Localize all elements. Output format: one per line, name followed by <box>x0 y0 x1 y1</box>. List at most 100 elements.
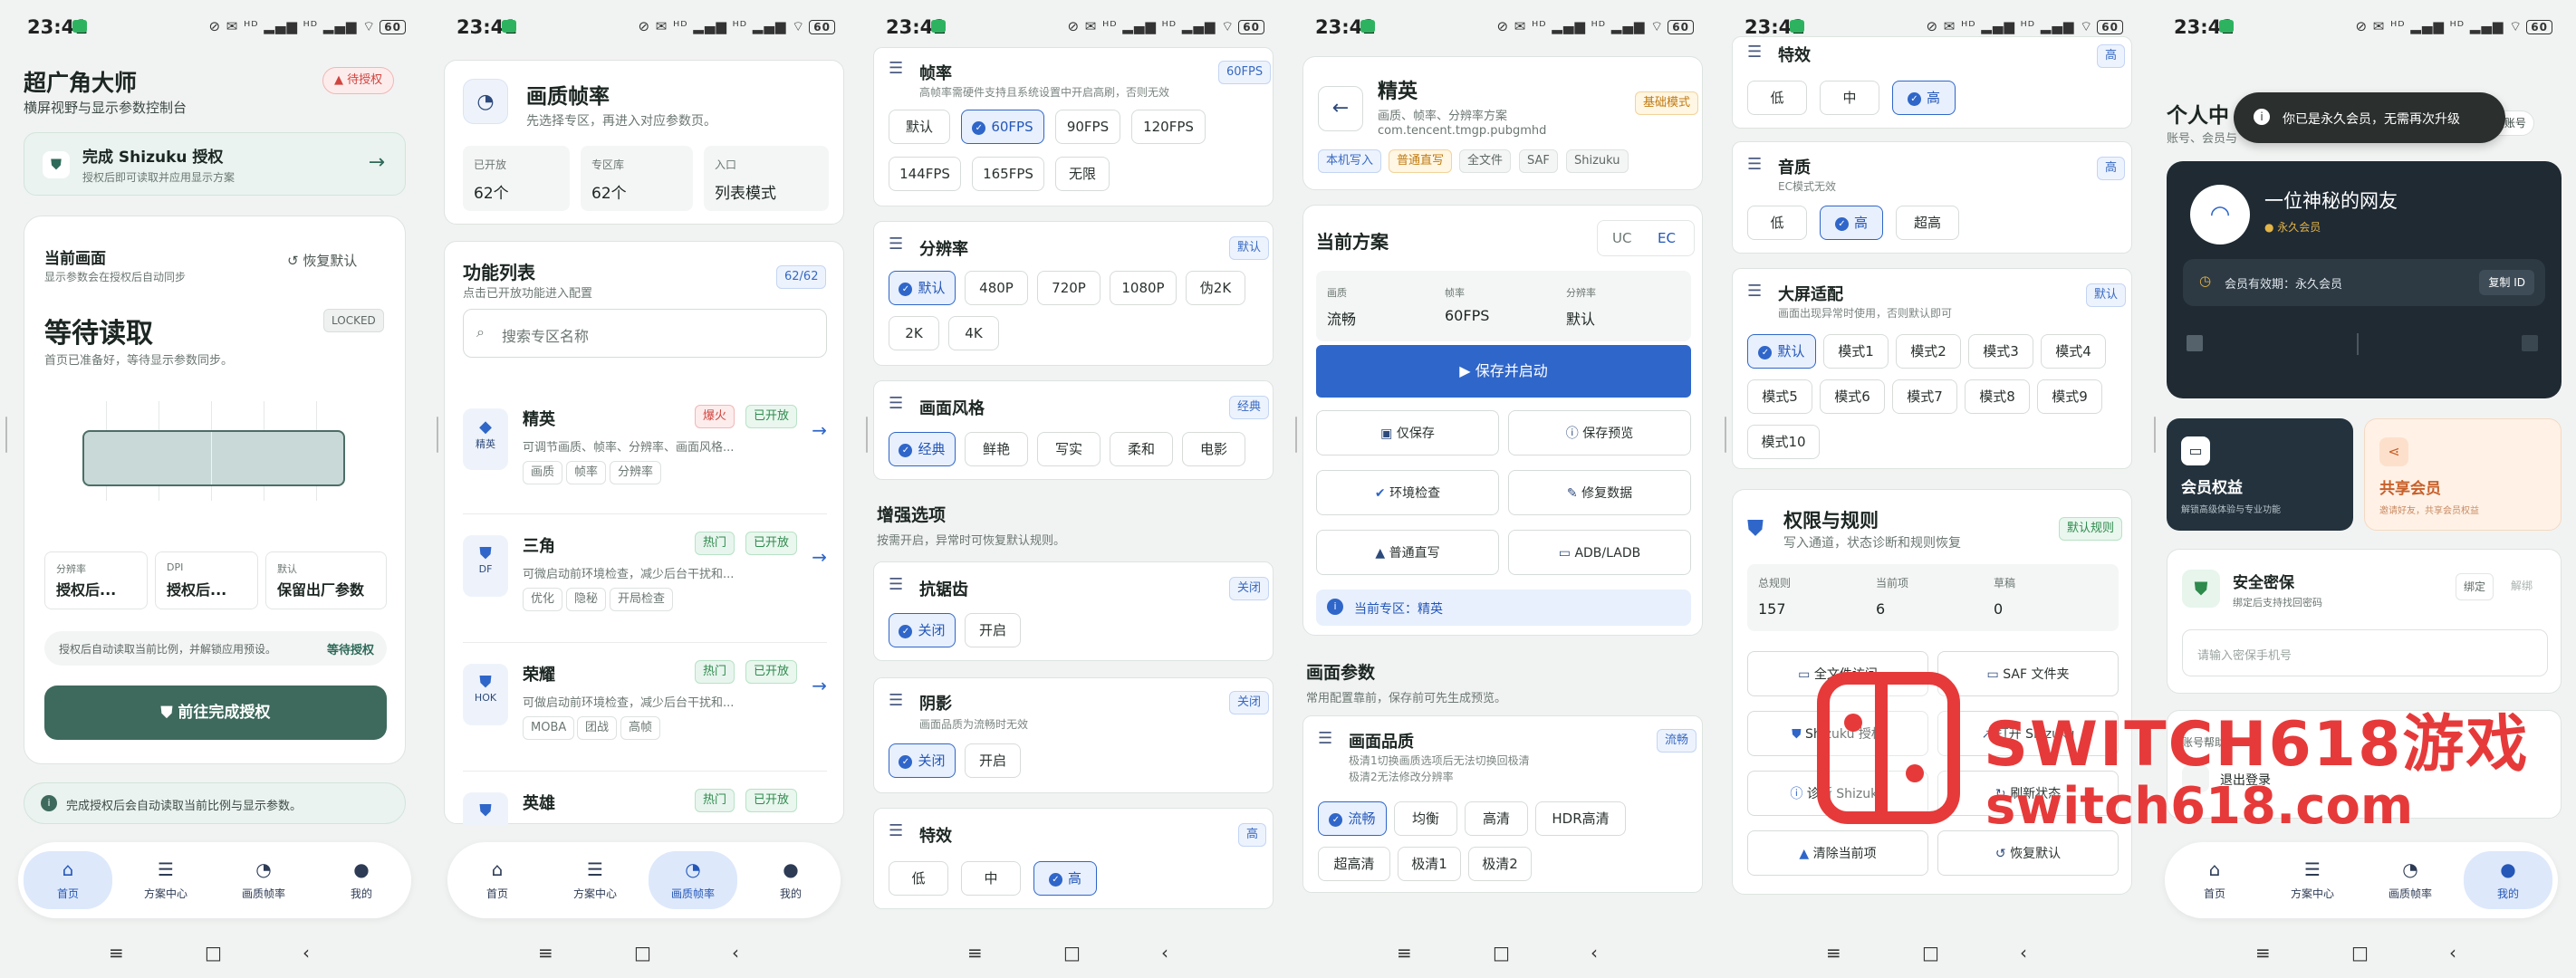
option-chip[interactable]: 中 <box>1820 81 1879 115</box>
option-chip[interactable]: 模式7 <box>1892 379 1957 414</box>
sys-menu-button[interactable]: ≡ <box>1397 942 1412 964</box>
list-item[interactable]: ◆ 精英 精英 爆火 已开放 可调节画质、帧率、分辨率、画面风格... 画质 帧率… <box>463 394 827 503</box>
option-chip[interactable]: 模式1 <box>1823 334 1889 369</box>
option-chip[interactable]: 鲜艳 <box>965 432 1028 466</box>
option-chip[interactable]: 模式9 <box>2037 379 2102 414</box>
option-chip[interactable]: 写实 <box>1037 432 1101 466</box>
nav-home[interactable]: ⌂ 首页 <box>453 851 542 909</box>
nav-mine[interactable]: ● 我的 <box>746 851 835 909</box>
scroll-handle[interactable] <box>5 417 7 453</box>
sys-home-button[interactable]: □ <box>1922 942 1939 964</box>
option-chip[interactable]: 模式3 <box>1968 334 2033 369</box>
scroll-handle[interactable] <box>1725 417 1726 453</box>
nav-plans[interactable]: ☰ 方案中心 <box>2268 851 2357 909</box>
option-chip-selected[interactable]: ✓ 默认 <box>889 271 956 305</box>
sys-menu-button[interactable]: ≡ <box>2255 942 2271 964</box>
option-chip-selected[interactable]: ✓ 高 <box>1033 861 1097 896</box>
option-chip-selected[interactable]: ✓ 经典 <box>889 432 956 466</box>
option-chip[interactable]: 低 <box>1747 81 1807 115</box>
go-authorize-button[interactable]: ⛊ 前往完成授权 <box>44 686 387 740</box>
bind-button[interactable]: 绑定 <box>2456 573 2494 600</box>
option-chip-selected[interactable]: ✓ 流畅 <box>1318 801 1387 836</box>
sys-back-button[interactable]: ‹ <box>303 942 310 964</box>
ec-option[interactable]: EC <box>1658 230 1676 246</box>
phone-input[interactable]: 请输入密保手机号 <box>2182 629 2548 676</box>
uc-ec-toggle[interactable]: UC EC <box>1597 220 1695 256</box>
sys-back-button[interactable]: ‹ <box>2449 942 2456 964</box>
option-chip[interactable]: 120FPS <box>1131 110 1206 144</box>
option-chip[interactable]: 720P <box>1037 271 1101 305</box>
env-check-button[interactable]: ✔ 环境检查 <box>1316 470 1499 515</box>
option-chip[interactable]: 144FPS <box>889 157 961 191</box>
nav-quality[interactable]: ◔ 画质帧率 <box>219 851 308 909</box>
restore-default-button[interactable]: ↺ 恢复默认 <box>1937 830 2119 876</box>
option-chip[interactable]: HDR高清 <box>1535 801 1626 836</box>
option-chip[interactable]: 无限 <box>1055 157 1110 191</box>
option-chip[interactable]: 4K <box>948 316 999 350</box>
sys-menu-button[interactable]: ≡ <box>109 942 124 964</box>
list-item[interactable]: ⛊ 英雄 热门 已开放 <box>463 778 827 825</box>
option-chip[interactable]: 模式6 <box>1820 379 1885 414</box>
scroll-handle[interactable] <box>437 417 438 453</box>
option-chip-selected[interactable]: ✓ 高 <box>1892 81 1956 115</box>
adb-button[interactable]: ▭ ADB/LADB <box>1508 530 1691 575</box>
option-chip[interactable]: 模式4 <box>2041 334 2106 369</box>
option-chip[interactable]: 2K <box>889 316 939 350</box>
uc-option[interactable]: UC <box>1612 230 1631 246</box>
restore-default-button[interactable]: ↺ 恢复默认 <box>287 251 357 270</box>
search-input[interactable]: ⌕ 搜索专区名称 <box>463 309 827 358</box>
option-chip[interactable]: 极清1 <box>1398 847 1461 881</box>
option-chip-selected[interactable]: ✓ 高 <box>1820 206 1883 240</box>
option-chip[interactable]: 均衡 <box>1394 801 1457 836</box>
option-chip-selected[interactable]: ✓ 关闭 <box>889 743 956 778</box>
option-chip[interactable]: 电影 <box>1182 432 1245 466</box>
option-chip[interactable]: 开启 <box>965 743 1021 778</box>
option-chip-selected[interactable]: ✓ 默认 <box>1747 334 1816 369</box>
option-chip[interactable]: 模式5 <box>1747 379 1812 414</box>
list-item[interactable]: ⛊ HOK 荣耀 热门 已开放 可做启动前环境检查，减少后台干扰和... MOBA… <box>463 649 827 758</box>
option-chip[interactable]: 超高清 <box>1318 847 1390 881</box>
vip-benefits-card[interactable]: ▭ 会员权益 解锁高级体验与专业功能 <box>2167 418 2353 531</box>
sys-menu-button[interactable]: ≡ <box>1826 942 1841 964</box>
save-and-launch-button[interactable]: ▶ 保存并启动 <box>1316 345 1691 398</box>
option-chip-selected[interactable]: ✓ 60FPS <box>961 110 1044 144</box>
option-chip[interactable]: 90FPS <box>1055 110 1120 144</box>
nav-plans[interactable]: ☰ 方案中心 <box>551 851 639 909</box>
nav-quality[interactable]: ◔ 画质帧率 <box>2366 851 2455 909</box>
sys-menu-button[interactable]: ≡ <box>538 942 553 964</box>
option-chip[interactable]: 模式10 <box>1747 425 1820 459</box>
nav-home[interactable]: ⌂ 首页 <box>2170 851 2259 909</box>
share-vip-card[interactable]: ⋖ 共享会员 邀请好友，共享会员权益 <box>2364 418 2562 531</box>
shizuku-auth-banner[interactable]: ⛊ 完成 Shizuku 授权 授权后即可读取并应用显示方案 → <box>24 132 406 196</box>
option-chip[interactable]: 高清 <box>1465 801 1528 836</box>
saf-folder-button[interactable]: ▭ SAF 文件夹 <box>1937 651 2119 696</box>
sys-back-button[interactable]: ‹ <box>732 942 739 964</box>
scroll-handle[interactable] <box>866 417 868 453</box>
clear-item-button[interactable]: ▲ 清除当前项 <box>1747 830 1928 876</box>
option-chip[interactable]: 伪2K <box>1186 271 1245 305</box>
nav-home[interactable]: ⌂ 首页 <box>24 851 112 909</box>
scroll-handle[interactable] <box>2154 417 2156 453</box>
scroll-handle[interactable] <box>1295 417 1297 453</box>
option-chip[interactable]: 开启 <box>965 613 1021 647</box>
sys-home-button[interactable]: □ <box>634 942 651 964</box>
option-chip[interactable]: 默认 <box>889 110 950 144</box>
list-item[interactable]: ⛊ DF 三角 热门 已开放 可微启动前环境检查，减少后台干扰和... 优化 隐秘… <box>463 521 827 629</box>
sys-back-button[interactable]: ‹ <box>1591 942 1598 964</box>
direct-write-button[interactable]: ▲ 普通直写 <box>1316 530 1499 575</box>
save-preview-button[interactable]: ⓘ 保存预览 <box>1508 410 1691 455</box>
option-chip[interactable]: 柔和 <box>1110 432 1173 466</box>
copy-id-button[interactable]: 复制 ID <box>2479 270 2534 295</box>
option-chip[interactable]: 超高 <box>1896 206 1959 240</box>
option-chip[interactable]: 1080P <box>1110 271 1177 305</box>
option-chip[interactable]: 极清2 <box>1468 847 1532 881</box>
sys-menu-button[interactable]: ≡ <box>967 942 983 964</box>
sys-home-button[interactable]: □ <box>1063 942 1081 964</box>
nav-plans[interactable]: ☰ 方案中心 <box>121 851 210 909</box>
sys-back-button[interactable]: ‹ <box>2020 942 2027 964</box>
option-chip[interactable]: 模式8 <box>1965 379 2030 414</box>
unbind-button[interactable]: 解绑 <box>2503 573 2541 600</box>
option-chip[interactable]: 480P <box>965 271 1028 305</box>
option-chip[interactable]: 165FPS <box>972 157 1044 191</box>
save-only-button[interactable]: ▣ 仅保存 <box>1316 410 1499 455</box>
